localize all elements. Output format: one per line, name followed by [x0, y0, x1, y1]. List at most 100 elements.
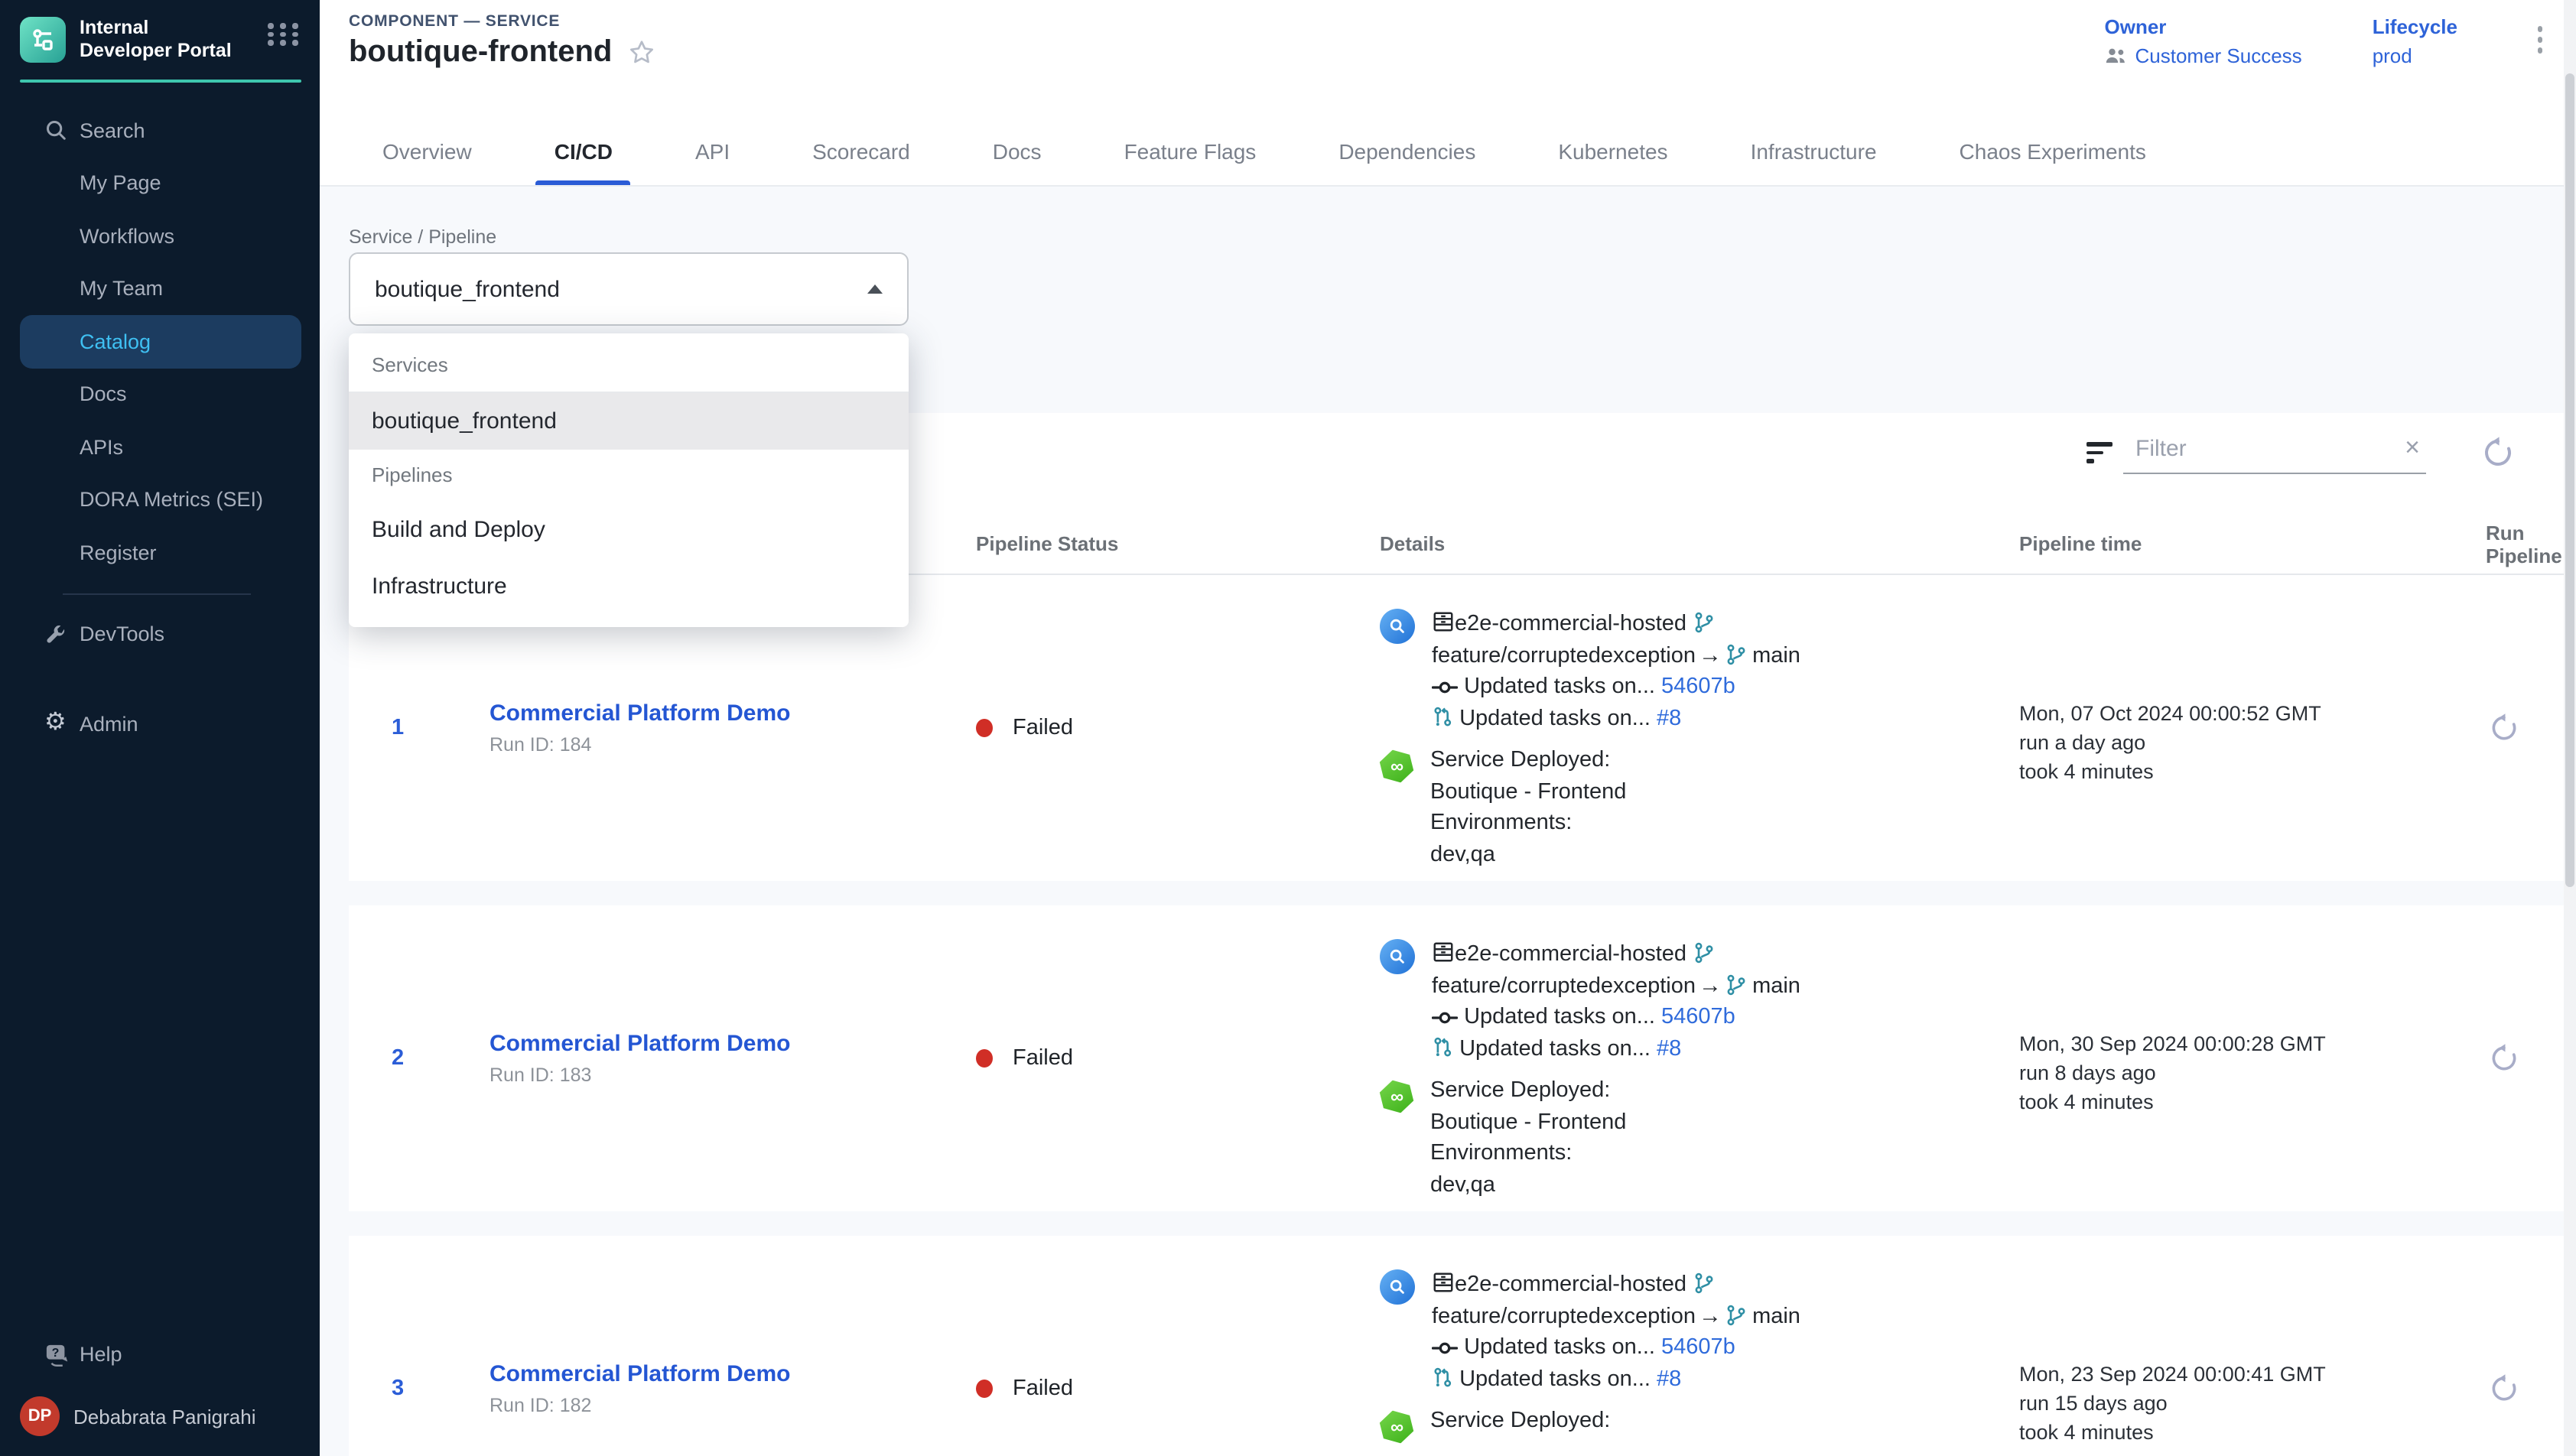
status-cell: Failed [976, 1376, 1380, 1401]
target-branch[interactable]: main [1752, 973, 1800, 998]
tab-infrastructure[interactable]: Infrastructure [1717, 118, 1911, 185]
source-branch[interactable]: feature/corruptedexception [1432, 1304, 1696, 1328]
pr-link[interactable]: #8 [1657, 1036, 1681, 1061]
sidebar-item-help[interactable]: ? Help [20, 1328, 301, 1381]
table-row: 2 Commercial Platform Demo Run ID: 183 F… [349, 905, 2576, 1211]
sidebar-item-label: Docs [80, 383, 127, 406]
apps-grid-icon[interactable] [268, 17, 301, 45]
commit-icon [1432, 674, 1458, 699]
pr-text: Updated tasks on... [1459, 706, 1651, 730]
source-branch[interactable]: feature/corruptedexception [1432, 643, 1696, 668]
people-icon [2105, 47, 2128, 64]
status-cell: Failed [976, 1046, 1380, 1071]
sidebar-item-my-team[interactable]: My Team [20, 262, 301, 315]
dropdown-option-pipeline[interactable]: Infrastructure [349, 558, 909, 615]
sidebar-item-label: DevTools [80, 623, 164, 646]
sidebar-item-label: Register [80, 541, 157, 564]
sidebar-item-label: APIs [80, 436, 123, 459]
target-branch[interactable]: main [1752, 643, 1800, 668]
commit-link[interactable]: 54607b [1661, 1005, 1735, 1029]
owner-meta: Owner Customer Success [2105, 15, 2302, 67]
tab-feature-flags[interactable]: Feature Flags [1091, 118, 1290, 185]
pipeline-link[interactable]: Commercial Platform Demo [490, 1361, 976, 1387]
user-menu[interactable]: DP Debabrata Panigrahi [0, 1381, 320, 1456]
brand-title: Internal Developer Portal [80, 17, 242, 63]
pr-link[interactable]: #8 [1657, 1367, 1681, 1391]
repo-name[interactable]: e2e-commercial-hosted [1455, 1272, 1686, 1297]
row-index: 3 [349, 1376, 490, 1401]
commit-text: Updated tasks on... [1464, 1335, 1655, 1360]
branch-icon [1693, 612, 1714, 636]
sidebar-item-dora-metrics[interactable]: DORA Metrics (SEI) [20, 473, 301, 526]
commit-link[interactable]: 54607b [1661, 674, 1735, 699]
repo-icon [1432, 612, 1455, 636]
pr-link[interactable]: #8 [1657, 706, 1681, 730]
sidebar-item-admin[interactable]: ⚙ Admin [20, 697, 301, 750]
owner-link[interactable]: Customer Success [2135, 44, 2302, 67]
table-row: 3 Commercial Platform Demo Run ID: 182 F… [349, 1236, 2576, 1456]
run-pipeline-icon[interactable] [2489, 1043, 2519, 1074]
deploy-line: Boutique - Frontend [1430, 1107, 1626, 1138]
sidebar-item-catalog[interactable]: Catalog [20, 315, 301, 368]
deploy-line: Boutique - Frontend [1430, 776, 1626, 808]
repo-name[interactable]: e2e-commercial-hosted [1455, 942, 1686, 967]
sidebar-section-divider [63, 593, 251, 594]
filter-input[interactable] [2123, 432, 2426, 473]
clear-filter-icon[interactable]: × [2405, 434, 2420, 460]
sidebar-item-search[interactable]: Search [20, 104, 301, 157]
pipeline-link[interactable]: Commercial Platform Demo [490, 700, 976, 726]
page-header: COMPONENT — SERVICE boutique-frontend Ow… [320, 0, 2576, 187]
tab-cicd[interactable]: CI/CD [521, 118, 646, 185]
idp-logo-icon [29, 26, 57, 54]
target-branch[interactable]: main [1752, 1304, 1800, 1328]
sidebar-item-workflows[interactable]: Workflows [20, 210, 301, 262]
lifecycle-meta: Lifecycle prod [2373, 15, 2457, 67]
page-scrollbar[interactable] [2564, 0, 2576, 1456]
branch-icon [1725, 973, 1746, 998]
tab-dependencies[interactable]: Dependencies [1305, 118, 1509, 185]
repo-name[interactable]: e2e-commercial-hosted [1455, 612, 1686, 636]
tab-scorecard[interactable]: Scorecard [779, 118, 944, 185]
failed-dot-icon [976, 1049, 993, 1068]
pipeline-date: Mon, 30 Sep 2024 00:00:28 GMT [2019, 1029, 2486, 1058]
pull-request-icon [1432, 706, 1453, 730]
service-pipeline-select[interactable]: boutique_frontend [349, 252, 909, 326]
scrollbar-thumb[interactable] [2565, 73, 2574, 887]
deploy-line: dev,qa [1430, 839, 1626, 870]
pipeline-duration: took 4 minutes [2019, 1417, 2486, 1446]
pipeline-duration: took 4 minutes [2019, 756, 2486, 785]
sidebar-item-my-page[interactable]: My Page [20, 157, 301, 210]
run-pipeline-icon[interactable] [2489, 713, 2519, 743]
dropdown-option-pipeline[interactable]: Build and Deploy [349, 502, 909, 558]
tab-kubernetes[interactable]: Kubernetes [1524, 118, 1701, 185]
arrow-right-icon: → [1696, 642, 1725, 668]
tab-chaos-experiments[interactable]: Chaos Experiments [1926, 118, 2180, 185]
app-viewport: Internal Developer Portal Search My Page… [0, 0, 2576, 1456]
owner-label: Owner [2105, 15, 2302, 38]
sidebar-item-apis[interactable]: APIs [20, 421, 301, 473]
branch-icon [1693, 1272, 1714, 1297]
refresh-icon[interactable] [2481, 436, 2515, 470]
sidebar-item-register[interactable]: Register [20, 526, 301, 579]
tab-api[interactable]: API [662, 118, 763, 185]
idp-logo [20, 17, 66, 63]
run-id: Run ID: 182 [490, 1395, 976, 1416]
tab-overview[interactable]: Overview [349, 118, 506, 185]
commit-link[interactable]: 54607b [1661, 1335, 1735, 1360]
pipeline-link[interactable]: Commercial Platform Demo [490, 1031, 976, 1057]
dropdown-option-service[interactable]: boutique_frontend [349, 393, 909, 450]
favorite-star-icon[interactable] [627, 38, 656, 67]
pipeline-date: Mon, 07 Oct 2024 00:00:52 GMT [2019, 698, 2486, 727]
cd-stage-icon: ∞ [1376, 1076, 1416, 1116]
pipeline-duration: took 4 minutes [2019, 1087, 2486, 1116]
source-branch[interactable]: feature/corruptedexception [1432, 973, 1696, 998]
kebab-menu-icon[interactable] [2528, 15, 2552, 53]
sidebar-item-label: Workflows [80, 225, 174, 248]
sidebar-item-devtools[interactable]: DevTools [20, 608, 301, 661]
svg-text:?: ? [52, 1347, 60, 1360]
tab-docs[interactable]: Docs [959, 118, 1075, 185]
col-pipeline-time: Pipeline time [2019, 532, 2486, 555]
run-pipeline-icon[interactable] [2489, 1373, 2519, 1404]
sidebar-item-docs[interactable]: Docs [20, 368, 301, 421]
ci-stage-icon [1380, 609, 1415, 644]
